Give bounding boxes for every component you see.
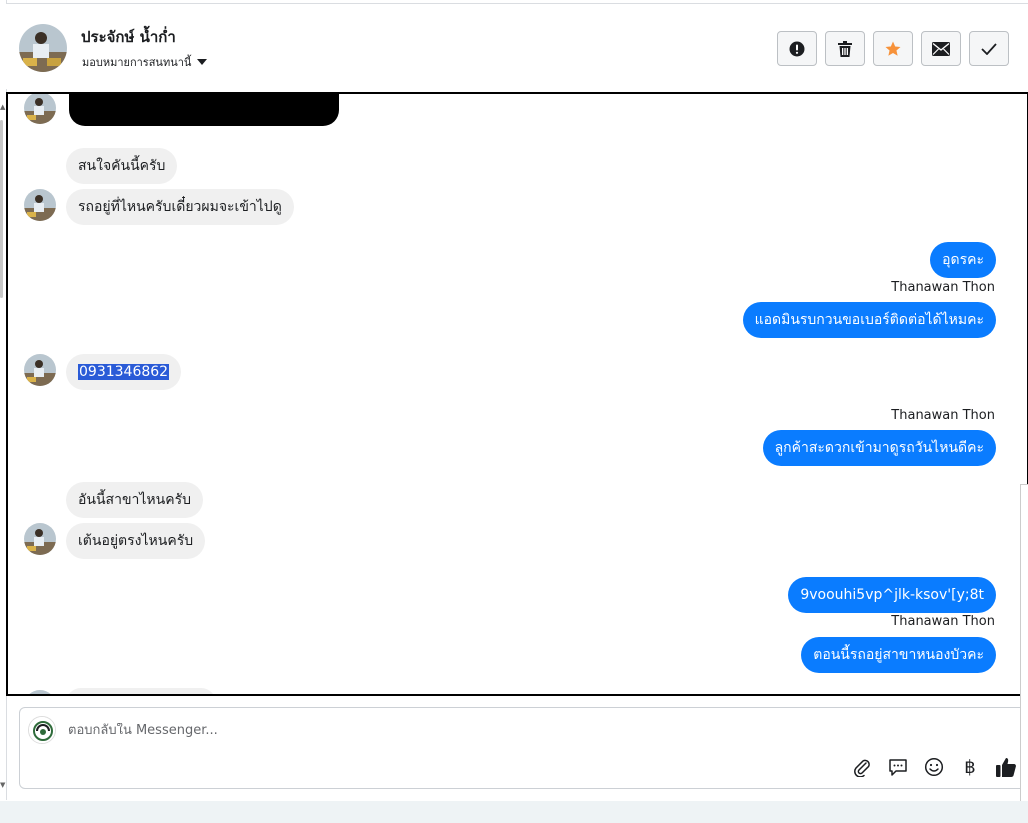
speech-bubble-icon bbox=[889, 759, 907, 776]
sender-name: Thanawan Thon bbox=[891, 408, 995, 423]
baht-icon[interactable]: ฿ bbox=[958, 755, 982, 779]
trash-icon bbox=[838, 40, 852, 57]
left-scrollbar-thumb[interactable] bbox=[0, 120, 3, 298]
message-incoming[interactable]: อันนี้สาขาไหนครับ bbox=[66, 482, 203, 518]
message-outgoing[interactable]: อุดรคะ bbox=[930, 242, 996, 278]
message-outgoing[interactable]: ตอนนี้รถอยู่สาขาหนองบัวคะ bbox=[801, 637, 996, 673]
contact-avatar[interactable] bbox=[19, 24, 67, 72]
like-button[interactable] bbox=[994, 755, 1018, 779]
message-incoming[interactable]: เต้นอยู่ตรงไหนครับ bbox=[66, 523, 206, 559]
thumbs-up-icon bbox=[996, 758, 1016, 777]
contact-avatar-small bbox=[24, 523, 56, 555]
contact-avatar-small bbox=[24, 354, 56, 386]
mark-spam-button[interactable] bbox=[777, 31, 817, 66]
reply-composer: ฿ bbox=[19, 707, 1028, 789]
mark-done-button[interactable] bbox=[969, 31, 1009, 66]
delete-button[interactable] bbox=[825, 31, 865, 66]
message-incoming[interactable]: รถอยู่ที่ไหนครับเดี๋ยวผมจะเข้าไปดู bbox=[66, 189, 294, 225]
sender-name: Thanawan Thon bbox=[891, 614, 995, 629]
smiley-icon bbox=[924, 757, 944, 777]
scroll-up-arrow-icon[interactable]: ▲ bbox=[0, 104, 5, 111]
paperclip-icon bbox=[854, 759, 870, 777]
message-incoming-partial[interactable] bbox=[66, 688, 216, 694]
assign-label: มอบหมายการสนทนานี้ bbox=[82, 56, 192, 69]
redacted-attachment[interactable] bbox=[69, 94, 339, 126]
reply-input[interactable] bbox=[68, 723, 768, 738]
bottom-strip bbox=[0, 801, 1028, 823]
attach-file-button[interactable] bbox=[850, 755, 874, 779]
contact-name[interactable]: ประจักษ์ น้ำก่ำ bbox=[81, 25, 176, 49]
selected-text[interactable]: 0931346862 bbox=[78, 364, 170, 380]
message-outgoing[interactable]: 9voouhi5vp^jlk-ksov'[y;8t bbox=[788, 577, 996, 613]
saved-replies-button[interactable] bbox=[886, 755, 910, 779]
envelope-icon bbox=[932, 41, 950, 56]
sender-name: Thanawan Thon bbox=[891, 280, 995, 295]
header-actions bbox=[777, 31, 1009, 66]
inbox-page: ▲ ▼ ประจักษ์ น้ำก่ำ มอบหมายการสนทนานี้ ส… bbox=[0, 0, 1028, 823]
message-incoming-phone[interactable]: 0931346862 bbox=[66, 354, 182, 390]
check-icon bbox=[981, 42, 997, 55]
page-avatar bbox=[28, 716, 56, 744]
exclamation-circle-icon bbox=[789, 41, 805, 56]
move-to-inbox-button[interactable] bbox=[921, 31, 961, 66]
message-outgoing[interactable]: ลูกค้าสะดวกเข้ามาดูรถวันไหนดีคะ bbox=[762, 430, 996, 466]
contact-avatar-small bbox=[24, 690, 56, 694]
message-incoming[interactable]: สนใจคันนี้ครับ bbox=[66, 148, 178, 184]
caret-down-icon bbox=[197, 59, 208, 65]
scroll-down-arrow-icon[interactable]: ▼ bbox=[0, 782, 5, 789]
message-thread[interactable]: สนใจคันนี้ครับ รถอยู่ที่ไหนครับเดี๋ยวผมจ… bbox=[6, 92, 1028, 696]
contact-avatar-small bbox=[24, 189, 56, 221]
side-panel-edge bbox=[1020, 484, 1028, 814]
conversation-header: ประจักษ์ น้ำก่ำ มอบหมายการสนทนานี้ bbox=[6, 3, 1028, 89]
emoji-button[interactable] bbox=[922, 755, 946, 779]
assign-conversation-dropdown[interactable]: มอบหมายการสนทนานี้ bbox=[82, 53, 208, 71]
star-button[interactable] bbox=[873, 31, 913, 66]
star-icon bbox=[885, 41, 901, 56]
message-outgoing[interactable]: แอดมินรบกวนขอเบอร์ติดต่อได้ไหมคะ bbox=[742, 302, 996, 338]
contact-avatar-small bbox=[24, 94, 56, 124]
